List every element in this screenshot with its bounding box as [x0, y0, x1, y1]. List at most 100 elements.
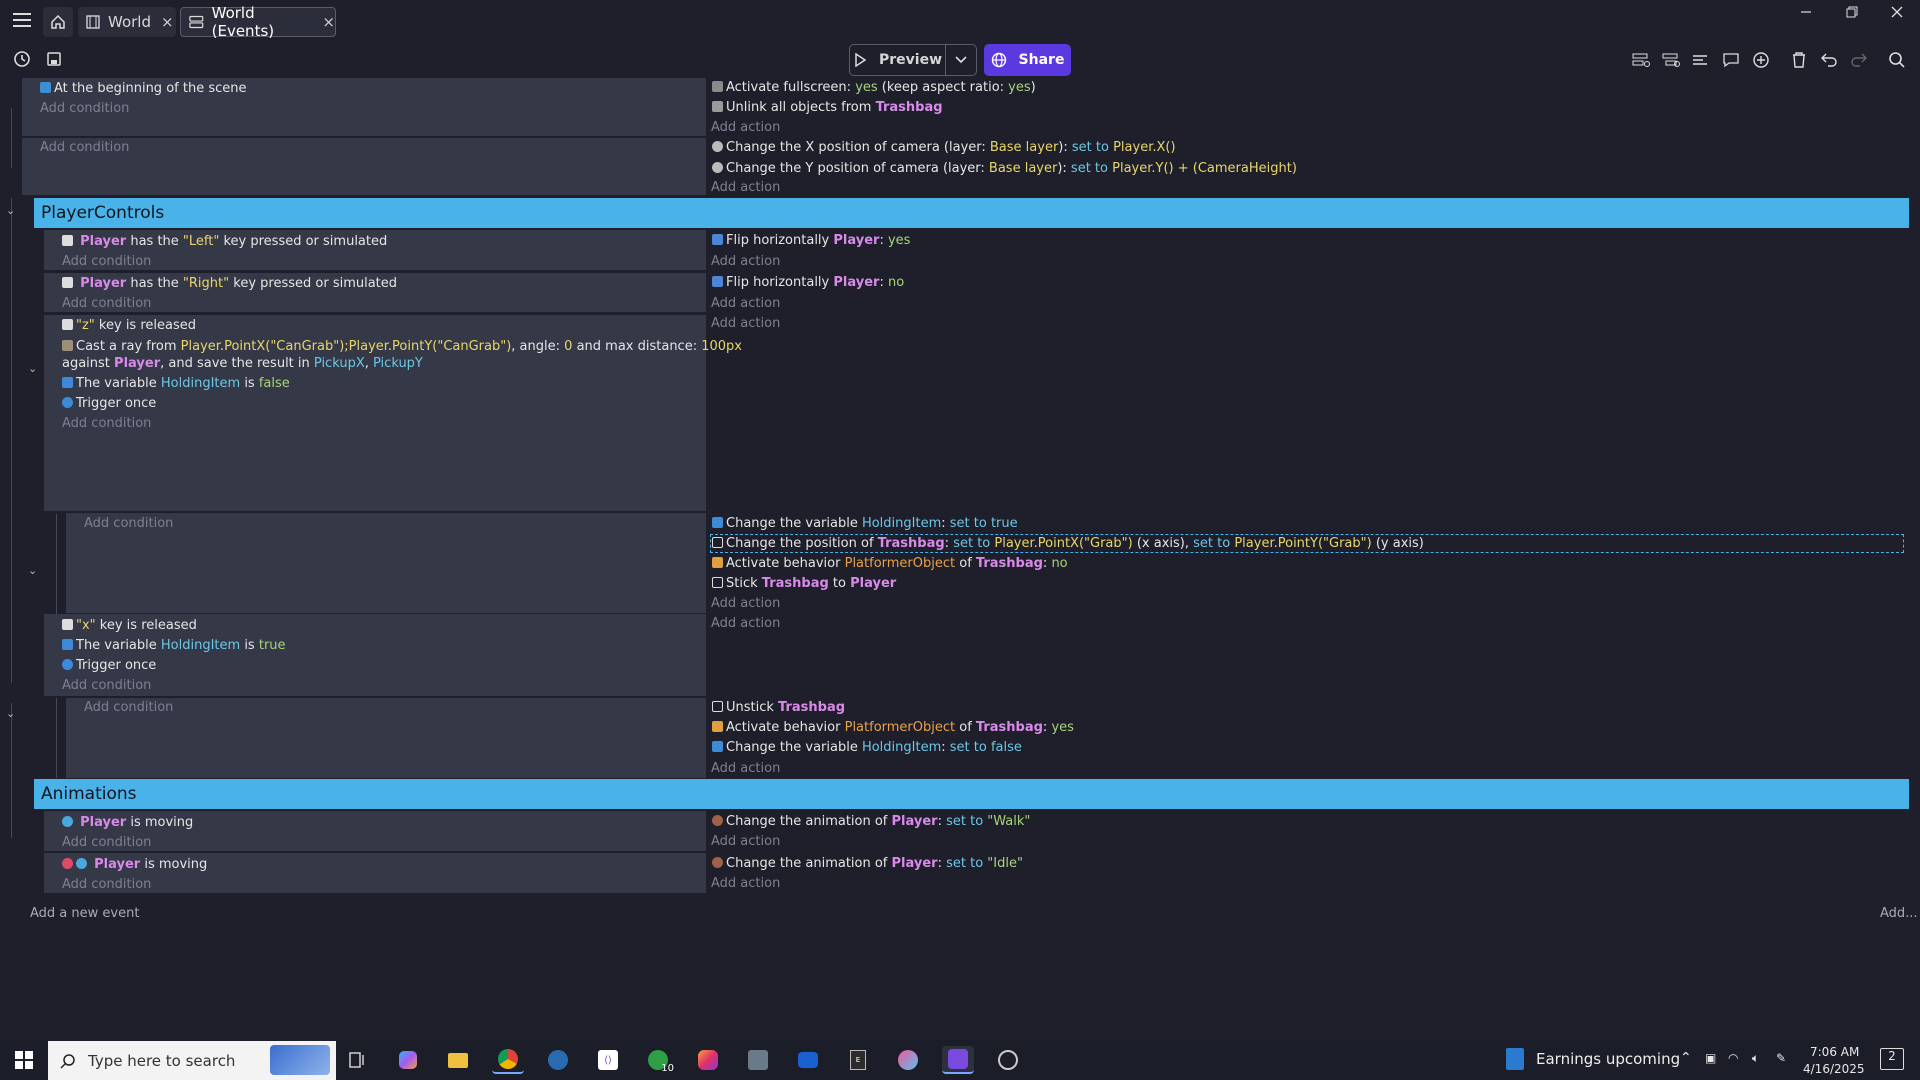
redo-icon[interactable] — [1848, 49, 1870, 71]
add-action-link[interactable]: Add action — [711, 616, 780, 631]
add-action-link[interactable]: Add action — [711, 834, 780, 849]
clock-date[interactable]: 4/16/2025 — [1803, 1062, 1865, 1076]
xbox-icon[interactable]: 10 — [642, 1046, 674, 1074]
volume-icon[interactable]: 🔈︎ — [1752, 1051, 1759, 1066]
save-icon[interactable] — [42, 47, 66, 71]
action[interactable]: Change the variable HoldingItem: set to … — [712, 516, 1018, 531]
condition[interactable]: Player is moving — [62, 857, 207, 872]
code-editor-icon[interactable]: ⟨⟩ — [592, 1046, 624, 1074]
condition[interactable]: Trigger once — [62, 396, 156, 411]
action[interactable]: Activate behavior PlatformerObject of Tr… — [712, 720, 1074, 735]
action[interactable]: Change the variable HoldingItem: set to … — [712, 740, 1022, 755]
action[interactable]: Flip horizontally Player: no — [712, 275, 904, 290]
gdevelop-icon[interactable] — [942, 1046, 974, 1074]
game-controller-icon[interactable] — [792, 1046, 824, 1074]
group-header[interactable]: PlayerControls — [34, 198, 1909, 228]
add-action-link[interactable]: Add action — [711, 296, 780, 311]
condition[interactable]: The variable HoldingItem is true — [62, 638, 286, 653]
add-subevent-icon[interactable] — [1660, 49, 1682, 71]
taskbar-search-box[interactable]: Type here to search — [48, 1041, 336, 1080]
action[interactable]: Change the X position of camera (layer: … — [712, 140, 1176, 155]
add-more-link[interactable]: Add... — [1880, 906, 1918, 921]
add-icon[interactable] — [1750, 49, 1772, 71]
add-action-link[interactable]: Add action — [711, 596, 780, 611]
add-condition-link[interactable]: Add condition — [62, 678, 151, 693]
add-action-link[interactable]: Add action — [711, 761, 780, 776]
condition[interactable]: Player has the "Left" key pressed or sim… — [62, 234, 387, 249]
media-app-icon[interactable] — [892, 1046, 924, 1074]
clock-time[interactable]: 7:06 AM — [1810, 1045, 1859, 1059]
add-action-link[interactable]: Add action — [711, 876, 780, 891]
collapse-arrow-icon[interactable]: ⌄ — [6, 707, 15, 720]
delete-icon[interactable] — [1788, 49, 1810, 71]
task-view-icon[interactable] — [342, 1046, 374, 1074]
condition[interactable]: Trigger once — [62, 658, 156, 673]
condition[interactable]: Cast a ray from Player.PointX("CanGrab")… — [62, 339, 742, 354]
condition[interactable]: Player has the "Right" key pressed or si… — [62, 276, 397, 291]
meet-icon[interactable]: ▣ — [1705, 1051, 1716, 1065]
action[interactable]: Unstick Trashbag — [712, 700, 845, 715]
hamburger-menu-icon[interactable] — [10, 10, 34, 30]
add-condition-link[interactable]: Add condition — [40, 140, 129, 155]
action[interactable]: Change the Y position of camera (layer: … — [712, 161, 1297, 176]
condition[interactable]: Player is moving — [62, 815, 193, 830]
steam-icon[interactable] — [542, 1046, 574, 1074]
action[interactable]: Activate behavior PlatformerObject of Tr… — [712, 556, 1068, 571]
condition-continuation[interactable]: against Player, and save the result in P… — [62, 356, 423, 371]
action[interactable]: Flip horizontally Player: yes — [712, 233, 910, 248]
add-condition-link[interactable]: Add condition — [62, 254, 151, 269]
add-condition-link[interactable]: Add condition — [84, 700, 173, 715]
condition[interactable]: "z" key is released — [62, 318, 196, 333]
add-new-event-link[interactable]: Add a new event — [30, 906, 139, 921]
action[interactable]: Unlink all objects from Trashbag — [712, 100, 943, 115]
collapse-arrow-icon[interactable]: ⌄ — [28, 362, 37, 375]
chrome-icon[interactable] — [492, 1046, 524, 1074]
preview-button[interactable]: Preview — [849, 44, 946, 76]
add-comment-icon[interactable] — [1720, 49, 1742, 71]
minimize-icon[interactable] — [1794, 2, 1818, 22]
collapse-arrow-icon[interactable]: ⌄ — [6, 204, 15, 217]
tray-chevron-icon[interactable]: ⌃ — [1680, 1050, 1692, 1066]
obs-icon[interactable] — [992, 1046, 1024, 1074]
tab-world-events[interactable]: World (Events) × — [180, 4, 336, 40]
add-action-link[interactable]: Add action — [711, 316, 780, 331]
notification-icon[interactable]: 2 — [1880, 1048, 1904, 1070]
collapse-arrow-icon[interactable]: ⌄ — [28, 564, 37, 577]
search-icon[interactable] — [1886, 49, 1908, 71]
condition[interactable]: At the beginning of the scene — [40, 81, 246, 96]
close-icon[interactable]: × — [322, 13, 335, 31]
news-widget[interactable]: Earnings upcoming — [1506, 1048, 1680, 1070]
tab-world[interactable]: World × — [78, 7, 176, 37]
add-condition-link[interactable]: Add condition — [84, 516, 173, 531]
add-condition-link[interactable]: Add condition — [62, 296, 151, 311]
action[interactable]: Change the animation of Player: set to "… — [712, 814, 1030, 829]
action[interactable]: Stick Trashbag to Player — [712, 576, 896, 591]
action[interactable]: Activate fullscreen: yes (keep aspect ra… — [712, 80, 1036, 95]
app-icon[interactable] — [742, 1046, 774, 1074]
add-group-icon[interactable] — [1690, 49, 1712, 71]
windows-start-icon[interactable] — [6, 1046, 42, 1074]
condition[interactable]: "x" key is released — [62, 618, 197, 633]
action[interactable]: Change the position of Trashbag: set to … — [712, 536, 1424, 551]
epic-games-icon[interactable]: E — [842, 1046, 874, 1074]
close-window-icon[interactable] — [1885, 2, 1909, 22]
add-condition-link[interactable]: Add condition — [40, 101, 129, 116]
condition[interactable]: The variable HoldingItem is false — [62, 376, 290, 391]
restore-icon[interactable] — [1840, 2, 1864, 22]
add-action-link[interactable]: Add action — [711, 180, 780, 195]
preview-options-button[interactable] — [946, 44, 977, 76]
pen-icon[interactable]: ✎ — [1776, 1051, 1786, 1065]
add-condition-link[interactable]: Add condition — [62, 416, 151, 431]
home-tab[interactable] — [43, 7, 73, 37]
instagram-icon[interactable] — [692, 1046, 724, 1074]
action[interactable]: Change the animation of Player: set to "… — [712, 856, 1023, 871]
history-icon[interactable] — [10, 47, 34, 71]
add-action-link[interactable]: Add action — [711, 120, 780, 135]
add-event-icon[interactable] — [1630, 49, 1652, 71]
add-action-link[interactable]: Add action — [711, 254, 780, 269]
undo-icon[interactable] — [1818, 49, 1840, 71]
group-header[interactable]: Animations — [34, 779, 1909, 809]
share-button[interactable]: Share — [984, 44, 1071, 76]
network-icon[interactable]: ◠ — [1728, 1051, 1738, 1065]
add-condition-link[interactable]: Add condition — [62, 877, 151, 892]
